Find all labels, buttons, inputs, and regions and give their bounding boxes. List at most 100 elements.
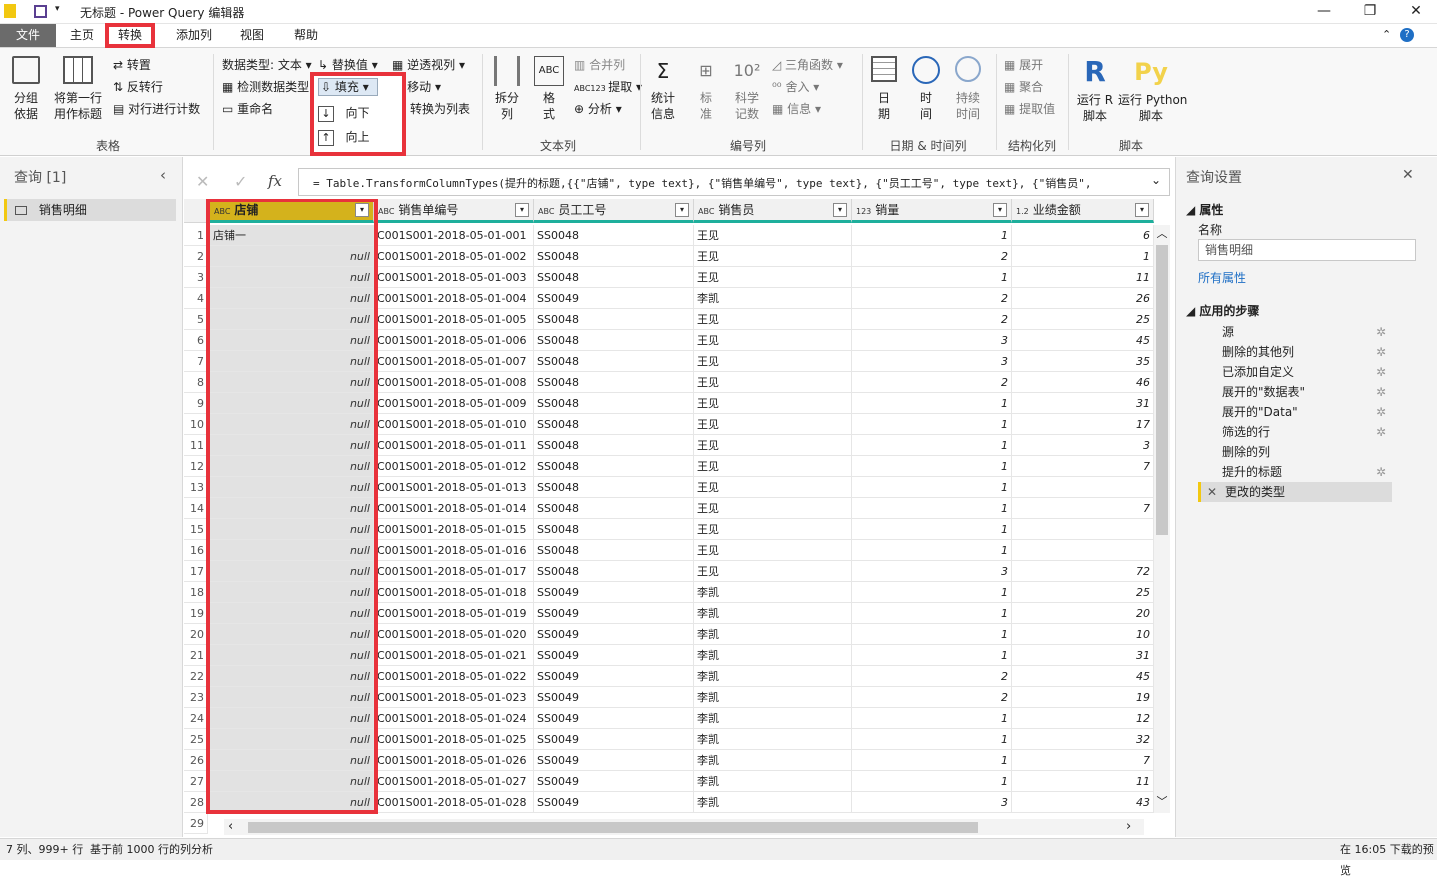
close-button[interactable]: ✕ [1393,0,1437,24]
group-by-button[interactable]: 分组 依据 [8,56,44,134]
table-cell[interactable]: 3 [852,792,1012,813]
table-cell[interactable]: C001S001-2018-05-01-004 [374,288,534,309]
table-cell[interactable]: 1 [852,498,1012,519]
table-cell[interactable]: 2 [852,288,1012,309]
table-cell[interactable]: 45 [1012,330,1154,351]
table-cell[interactable]: 31 [1012,645,1154,666]
duration-button[interactable]: 持续 时间 [950,56,986,122]
table-cell[interactable]: C001S001-2018-05-01-014 [374,498,534,519]
table-cell[interactable]: SS0048 [534,372,694,393]
table-cell[interactable]: 王见 [694,309,852,330]
row-number[interactable]: 3 [184,267,208,288]
table-cell[interactable]: 1 [852,750,1012,771]
table-cell[interactable]: 王见 [694,414,852,435]
column-header-4[interactable]: ABC 销售员 ▾ [694,199,852,223]
table-cell[interactable]: 1 [852,456,1012,477]
table-cell[interactable]: 1 [852,477,1012,498]
table-cell[interactable]: SS0049 [534,750,694,771]
table-cell[interactable]: 王见 [694,372,852,393]
table-cell[interactable]: 李凯 [694,666,852,687]
table-cell[interactable]: 王见 [694,519,852,540]
table-cell[interactable]: 李凯 [694,288,852,309]
close-settings-icon[interactable]: ✕ [1402,167,1414,183]
applied-step[interactable]: ✕ 更改的类型 [1198,482,1392,502]
table-cell[interactable]: 1 [852,645,1012,666]
table-cell[interactable]: C001S001-2018-05-01-005 [374,309,534,330]
table-cell[interactable]: C001S001-2018-05-01-010 [374,414,534,435]
step-settings-gear-icon[interactable]: ✲ [1376,382,1386,402]
table-cell[interactable]: 2 [852,309,1012,330]
table-cell[interactable]: 12 [1012,708,1154,729]
table-cell[interactable]: 王见 [694,435,852,456]
applied-step[interactable]: 删除的其他列 ✲ [1198,342,1392,362]
column-type-icon[interactable]: 1.2 [1016,207,1029,216]
time-button[interactable]: 时 间 [910,56,942,122]
table-cell[interactable]: 1 [852,624,1012,645]
column-type-icon[interactable]: ABC [698,207,714,216]
table-cell[interactable] [1012,540,1154,561]
table-cell[interactable]: C001S001-2018-05-01-019 [374,603,534,624]
row-number[interactable]: 11 [184,435,208,456]
row-number[interactable]: 17 [184,561,208,582]
table-cell[interactable]: SS0049 [534,729,694,750]
table-cell[interactable]: SS0049 [534,603,694,624]
table-cell[interactable]: 72 [1012,561,1154,582]
row-number[interactable]: 8 [184,372,208,393]
row-number[interactable]: 25 [184,729,208,750]
row-number[interactable]: 29 [184,813,208,834]
table-cell[interactable]: 25 [1012,582,1154,603]
column-profiling-status[interactable]: 基于前 1000 行的列分析 [90,839,213,860]
table-cell[interactable]: 1 [852,708,1012,729]
applied-step[interactable]: 源 ✲ [1198,322,1392,342]
table-cell[interactable]: 46 [1012,372,1154,393]
table-cell[interactable]: C001S001-2018-05-01-025 [374,729,534,750]
table-cell[interactable]: 李凯 [694,708,852,729]
column-type-icon[interactable]: ABC [538,207,554,216]
parse-button[interactable]: ⊕ 分析 ▾ [574,100,622,117]
table-cell[interactable]: 李凯 [694,603,852,624]
table-cell[interactable]: 王见 [694,561,852,582]
table-cell[interactable]: C001S001-2018-05-01-028 [374,792,534,813]
row-number[interactable]: 2 [184,246,208,267]
table-cell[interactable]: SS0048 [534,225,694,246]
table-cell[interactable]: C001S001-2018-05-01-007 [374,351,534,372]
table-cell[interactable]: C001S001-2018-05-01-001 [374,225,534,246]
restore-button[interactable]: ❐ [1347,0,1393,24]
scientific-button[interactable]: 10² 科学 记数 [728,56,766,122]
table-cell[interactable]: C001S001-2018-05-01-011 [374,435,534,456]
table-cell[interactable]: 1 [852,225,1012,246]
table-cell[interactable]: SS0049 [534,687,694,708]
table-cell[interactable]: 王见 [694,351,852,372]
all-properties-link[interactable]: 所有属性 [1198,269,1246,286]
delete-step-icon[interactable]: ✕ [1207,482,1217,502]
table-cell[interactable]: 1 [852,540,1012,561]
tab-view[interactable]: 视图 [232,24,272,47]
step-settings-gear-icon[interactable]: ✲ [1376,342,1386,362]
information-button[interactable]: ▦ 信息 ▾ [772,100,821,117]
formula-bar[interactable]: = Table.TransformColumnTypes(提升的标题,{{"店铺… [298,168,1170,196]
step-settings-gear-icon[interactable]: ✲ [1376,462,1386,482]
column-type-icon[interactable]: 123 [856,207,871,216]
row-number[interactable]: 20 [184,624,208,645]
horizontal-scrollbar-thumb[interactable] [248,822,978,833]
table-cell[interactable]: C001S001-2018-05-01-015 [374,519,534,540]
quick-access-dropdown-icon[interactable]: ▾ [55,4,60,14]
detect-data-type-button[interactable]: ▦ 检测数据类型 [222,78,309,95]
table-cell[interactable]: C001S001-2018-05-01-021 [374,645,534,666]
table-cell[interactable]: 31 [1012,393,1154,414]
table-cell[interactable]: C001S001-2018-05-01-002 [374,246,534,267]
table-cell[interactable]: 1 [852,393,1012,414]
applied-step[interactable]: 展开的"Data" ✲ [1198,402,1392,422]
extract-button[interactable]: ABC123 提取 ▾ [574,78,642,95]
row-number[interactable]: 16 [184,540,208,561]
table-cell[interactable]: 1 [852,519,1012,540]
row-number[interactable]: 18 [184,582,208,603]
table-cell[interactable]: SS0048 [534,351,694,372]
table-cell[interactable]: 20 [1012,603,1154,624]
scrollbar-thumb[interactable] [1156,245,1168,535]
table-cell[interactable]: SS0048 [534,561,694,582]
convert-to-list-button[interactable]: 转换为列表 [410,100,470,117]
applied-step[interactable]: 删除的列 [1198,442,1392,462]
row-number[interactable]: 1 [184,225,208,246]
table-cell[interactable]: 7 [1012,498,1154,519]
